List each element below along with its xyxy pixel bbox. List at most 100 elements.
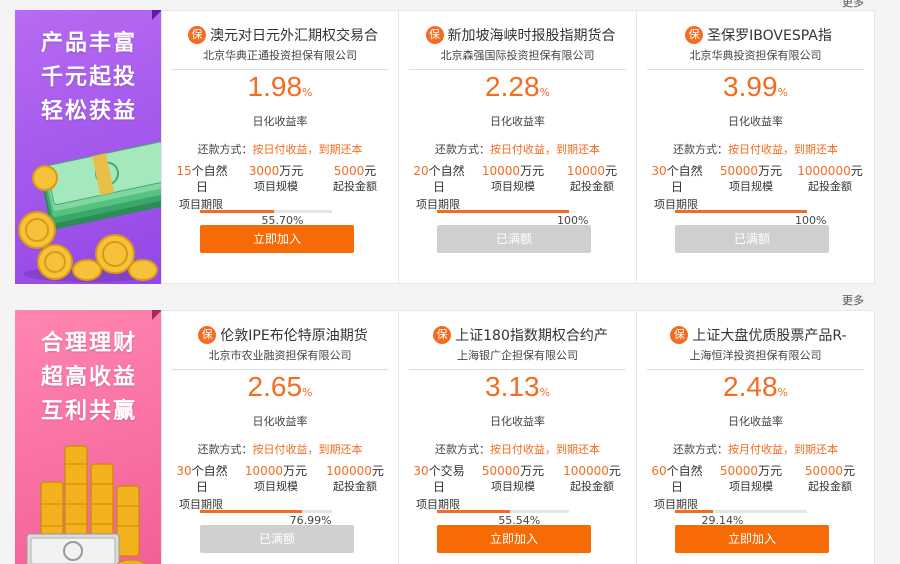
product-title-row[interactable]: 保 新加坡海峡时报股指期货合 (413, 25, 628, 45)
product-title-row[interactable]: 保 圣保罗IBOVESPA指 (651, 25, 866, 45)
rate-value: 1.98 (247, 71, 303, 102)
join-now-button[interactable]: 立即加入 (437, 525, 591, 553)
product-page: 更多 更多 产品丰富 千元起投 轻松获益 保 澳元对日元外汇期权交易合 北京华典… (0, 0, 900, 564)
guarantee-badge-icon: 保 (198, 326, 217, 344)
repayment-method: 还款方式：按日付收益，到期还本 (162, 141, 398, 157)
full-button[interactable]: 已满额 (437, 225, 591, 253)
product-stats: 60个自然日 50000万元 项目规模 50000元 起投金额 项目期限 (647, 463, 865, 511)
banner-line-2: 千元起投 (40, 64, 137, 90)
product-title-row[interactable]: 保 上证180指数期权合约产 (413, 325, 628, 345)
period-value: 20 (413, 164, 429, 178)
promo-banner[interactable]: 合理理财 超高收益 互利共赢 (15, 310, 161, 564)
product-title[interactable]: 上证180指数期权合约产 (455, 325, 608, 345)
period-value: 30 (651, 164, 667, 178)
min-value: 5000 (333, 164, 365, 178)
funding-progress-bar (675, 210, 807, 213)
guarantee-badge-icon: 保 (188, 26, 206, 44)
repayment-prefix: 还款方式： (673, 443, 728, 456)
banner-fold (152, 310, 161, 320)
rate-unit: % (539, 86, 550, 99)
rate-label: 日化收益率 (728, 415, 783, 428)
banner-fold (152, 10, 161, 20)
product-stats: 30个自然日 50000万元 项目规模 1000000元 起投金额 项目期限 (647, 163, 864, 211)
banner-line-3: 轻松获益 (40, 98, 137, 124)
guarantor-company: 北京市农业融资担保有限公司 (172, 347, 388, 370)
min-label: 起投金额 (333, 180, 377, 193)
period-unit: 个自然日 (428, 164, 465, 194)
daily-yield-rate: 3.13% (399, 371, 636, 403)
scale-unit: 万元 (279, 164, 304, 178)
period-value: 30 (413, 464, 429, 478)
period-unit: 个交易日 (428, 464, 465, 494)
product-title-row[interactable]: 保 伦敦IPE布伦特原油期货 (176, 325, 390, 345)
min-label: 起投金额 (808, 480, 852, 493)
guarantee-badge-icon: 保 (425, 26, 444, 44)
guarantor-company: 上海恒洋投资担保有限公司 (647, 347, 864, 370)
more-link-bottom[interactable]: 更多 (842, 292, 864, 308)
rate-value: 2.28 (485, 71, 540, 102)
product-stats: 15个自然日 3000万元 项目规模 5000元 起投金额 项目期限 (172, 163, 388, 211)
promo-banner[interactable]: 产品丰富 千元起投 轻松获益 (15, 10, 161, 284)
product-section: 产品丰富 千元起投 轻松获益 保 澳元对日元外汇期权交易合 北京华典正通投资担保… (15, 10, 875, 284)
product-stats: 30个交易日 50000万元 项目规模 100000元 起投金额 项目期限 (409, 463, 626, 511)
join-now-button[interactable]: 立即加入 (675, 525, 829, 553)
scale-value: 50000 (719, 464, 759, 478)
min-label: 起投金额 (570, 480, 614, 493)
banner-slogan: 产品丰富 千元起投 轻松获益 (15, 26, 161, 128)
product-card[interactable]: 保 澳元对日元外汇期权交易合 北京华典正通投资担保有限公司 1.98% 日化收益… (161, 10, 399, 284)
period-value: 30 (176, 464, 192, 478)
product-title-row[interactable]: 保 上证大盘优质股票产品R- (651, 325, 866, 345)
repayment-value: 按日付收益，到期还本 (728, 143, 838, 156)
rate-unit: % (539, 386, 550, 399)
rate-value: 2.48 (723, 371, 778, 402)
stat-period: 30个自然日 (647, 163, 707, 195)
rate-label: 日化收益率 (490, 415, 545, 428)
guarantor-company: 北京森强国际投资担保有限公司 (409, 47, 626, 70)
stat-period: 20个自然日 (409, 163, 469, 195)
product-title[interactable]: 上证大盘优质股票产品R- (692, 325, 846, 345)
product-title[interactable]: 新加坡海峡时报股指期货合 (448, 25, 616, 45)
repayment-method: 还款方式：按日付收益，到期还本 (399, 441, 636, 457)
guarantee-badge-icon: 保 (433, 326, 452, 344)
min-unit: 元 (608, 464, 621, 478)
product-card[interactable]: 保 新加坡海峡时报股指期货合 北京森强国际投资担保有限公司 2.28% 日化收益… (399, 10, 637, 284)
repayment-prefix: 还款方式： (197, 143, 253, 156)
full-button[interactable]: 已满额 (675, 225, 829, 253)
rate-unit: % (302, 86, 313, 99)
min-label: 起投金额 (570, 180, 614, 193)
repayment-value: 按月付收益，到期还本 (728, 443, 838, 456)
guarantor-company: 上海银广企担保有限公司 (409, 347, 626, 370)
stat-min-invest: 10000元 起投金额 (557, 163, 627, 195)
stat-min-invest: 50000元 起投金额 (795, 463, 865, 495)
funding-progress-bar (200, 510, 332, 513)
product-card[interactable]: 保 圣保罗IBOVESPA指 北京华典投资担保有限公司 3.99% 日化收益率 … (637, 10, 875, 284)
daily-yield-rate: 1.98% (162, 71, 398, 103)
period-unit: 个自然日 (191, 164, 228, 194)
join-now-button[interactable]: 立即加入 (200, 225, 354, 253)
banner-illustration (15, 134, 161, 284)
stat-period: 30个交易日 (409, 463, 469, 495)
scale-label: 项目规模 (491, 180, 535, 193)
stat-scale: 10000万元 项目规模 (234, 463, 318, 495)
stat-scale: 50000万元 项目规模 (471, 463, 555, 495)
progress-fill (437, 510, 511, 513)
product-card[interactable]: 保 伦敦IPE布伦特原油期货 北京市农业融资担保有限公司 2.65% 日化收益率… (161, 310, 399, 564)
product-title[interactable]: 澳元对日元外汇期权交易合 (210, 25, 378, 45)
more-link-top[interactable]: 更多 (842, 0, 864, 10)
product-title[interactable]: 圣保罗IBOVESPA指 (707, 25, 832, 45)
product-card[interactable]: 保 上证180指数期权合约产 上海银广企担保有限公司 3.13% 日化收益率 还… (399, 310, 637, 564)
progress-fill (437, 210, 569, 213)
progress-fill (200, 210, 274, 213)
full-button[interactable]: 已满额 (200, 525, 354, 553)
min-value: 50000 (804, 464, 844, 478)
scale-label: 项目规模 (254, 180, 298, 193)
banner-line-2: 超高收益 (40, 364, 137, 390)
product-title[interactable]: 伦敦IPE布伦特原油期货 (220, 325, 367, 345)
banner-line-3: 互利共赢 (40, 398, 137, 424)
product-title-row[interactable]: 保 澳元对日元外汇期权交易合 (176, 25, 390, 45)
min-value: 100000 (326, 464, 372, 478)
stat-period: 60个自然日 (647, 463, 707, 495)
scale-unit: 万元 (283, 464, 308, 478)
repayment-prefix: 还款方式： (435, 443, 490, 456)
product-card[interactable]: 保 上证大盘优质股票产品R- 上海恒洋投资担保有限公司 2.48% 日化收益率 … (637, 310, 875, 564)
